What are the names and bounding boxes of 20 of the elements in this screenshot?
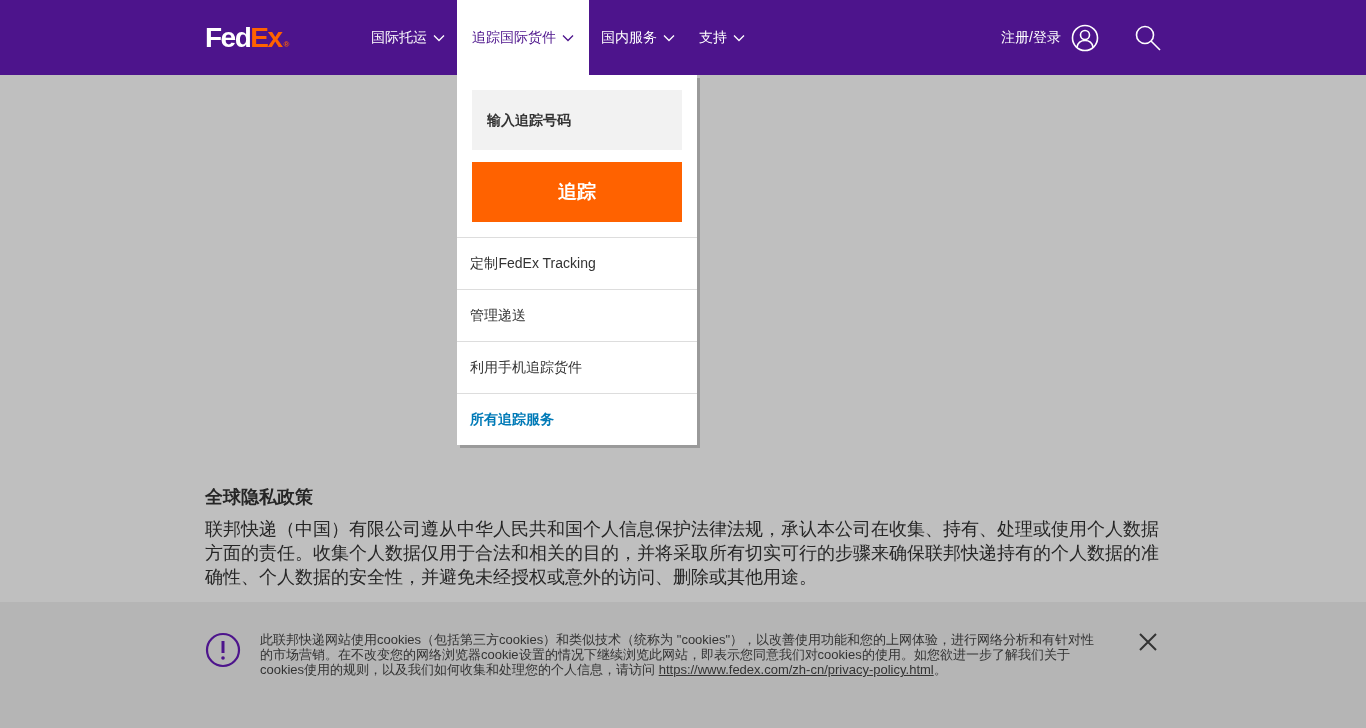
nav-tab[interactable]: 国内服务 bbox=[589, 0, 688, 75]
privacy-paragraph: 联邦快递（中国）有限公司遵从中华人民共和国个人信息保护法律法规，承认本公司在收集、持有、处理或使用个人数据方面的责任。收集个人数据仅用于合法和相关的目的，并将采取所有切实可行的步骤来确保联邦快递持有的个人数据的准确性、个人数据的安全性，并避免未经授权或意外的访问、删除或其他用途。 bbox=[205, 518, 1160, 589]
search-icon[interactable] bbox=[1135, 24, 1161, 51]
cookie-notice: 此联邦快递网站使用cookies（包括第三方cookies）和类似技术（统称为 "cookies"），以改善使用功能和您的上网体验，进行网络分析和有针对性的市场营销。在不改变您的网络浏览器cookie设置的情况下继续浏览此网站，即表示您同意我们对cookies的使用。如您欲进一步了解我们关于cookies使用的规则，以及我们如何收集和处理您的个人信息，请访问 https://www.fedex.com/zh-cn/privacy-policy.html。 bbox=[260, 632, 1096, 677]
tracking-number-field[interactable]: 输入追踪号码 bbox=[472, 90, 683, 150]
section-heading: 全球隐私政策 bbox=[205, 486, 314, 509]
nav-tab[interactable]: 支持 bbox=[687, 0, 758, 75]
menu-link[interactable]: 利用手机追踪货件 bbox=[457, 342, 698, 394]
sign-in-link[interactable]: 注册/登录 bbox=[1001, 28, 1061, 47]
chevron-down-icon[interactable] bbox=[562, 33, 575, 42]
nav-tab[interactable]: 国际托运 bbox=[359, 0, 458, 75]
menu-link[interactable]: 管理递送 bbox=[457, 290, 698, 342]
nav-tab[interactable]: 追踪国际货件 bbox=[457, 0, 590, 75]
exclamation-icon bbox=[205, 632, 241, 668]
user-icon[interactable] bbox=[1071, 23, 1099, 52]
fedex-logo[interactable]: FedEx® bbox=[205, 21, 290, 54]
privacy-policy-link[interactable]: https://www.fedex.com/zh-cn/privacy-policy.html bbox=[658, 662, 934, 677]
close-icon[interactable] bbox=[1138, 632, 1158, 652]
menu-link[interactable]: 所有追踪服务 bbox=[457, 394, 698, 445]
menu-link[interactable]: 定制FedEx Tracking bbox=[457, 238, 698, 290]
